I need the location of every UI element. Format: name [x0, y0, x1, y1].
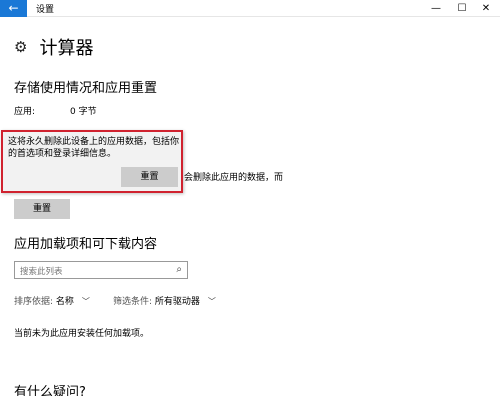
search-placeholder: 搜索此列表 [20, 267, 63, 277]
addons-heading: 应用加载项和可下载内容 [14, 237, 158, 252]
back-button[interactable]: ← [0, 0, 27, 17]
reset-description: 会删除此应用的数据，而 [184, 173, 284, 183]
maximize-icon: ☐ [457, 3, 467, 14]
empty-addons-note: 当前未为此应用安装任何加载项。 [14, 329, 150, 339]
filter-dropdown[interactable]: 筛选条件: 所有驱动器 ﹀ [113, 294, 216, 307]
back-arrow-icon: ← [8, 1, 19, 15]
confirm-reset-button[interactable]: 重置 [121, 167, 178, 187]
title-bar: ← 设置 — ☐ ✕ [0, 0, 500, 17]
sort-value: 名称 [55, 297, 74, 307]
page-header: ⚙ 计算器 [14, 34, 93, 60]
maximize-button[interactable]: ☐ [450, 0, 474, 17]
search-icon: ⌕ [176, 264, 182, 275]
minimize-button[interactable]: — [424, 0, 448, 17]
flyout-message: 这将永久删除此设备上的应用数据，包括你的首选项和登录详细信息。 [8, 137, 180, 159]
gear-icon: ⚙ [14, 38, 28, 56]
close-icon: ✕ [481, 3, 491, 14]
app-size-value: 0 字节 [70, 107, 97, 117]
storage-heading: 存储使用情况和应用重置 [14, 81, 158, 96]
sort-dropdown[interactable]: 排序依据: 名称 ﹀ [14, 294, 90, 307]
search-input[interactable]: 搜索此列表 ⌕ [14, 261, 188, 279]
close-button[interactable]: ✕ [474, 0, 498, 17]
app-size-label: 应用: [14, 107, 36, 117]
page-title: 计算器 [39, 38, 94, 59]
reset-button[interactable]: 重置 [14, 199, 70, 219]
reset-confirm-flyout: 这将永久删除此设备上的应用数据，包括你的首选项和登录详细信息。 重置 [1, 130, 183, 193]
sort-label: 排序依据: [14, 297, 54, 307]
filter-value: 所有驱动器 [154, 297, 200, 307]
minimize-icon: — [431, 3, 441, 14]
app-size-row: 应用: 0 字节 [14, 104, 97, 117]
chevron-down-icon: ﹀ [207, 297, 216, 306]
filter-label: 筛选条件: [113, 297, 153, 307]
chevron-down-icon: ﹀ [81, 297, 90, 306]
help-heading: 有什么疑问? [14, 385, 86, 396]
window-title: 设置 [36, 5, 55, 15]
